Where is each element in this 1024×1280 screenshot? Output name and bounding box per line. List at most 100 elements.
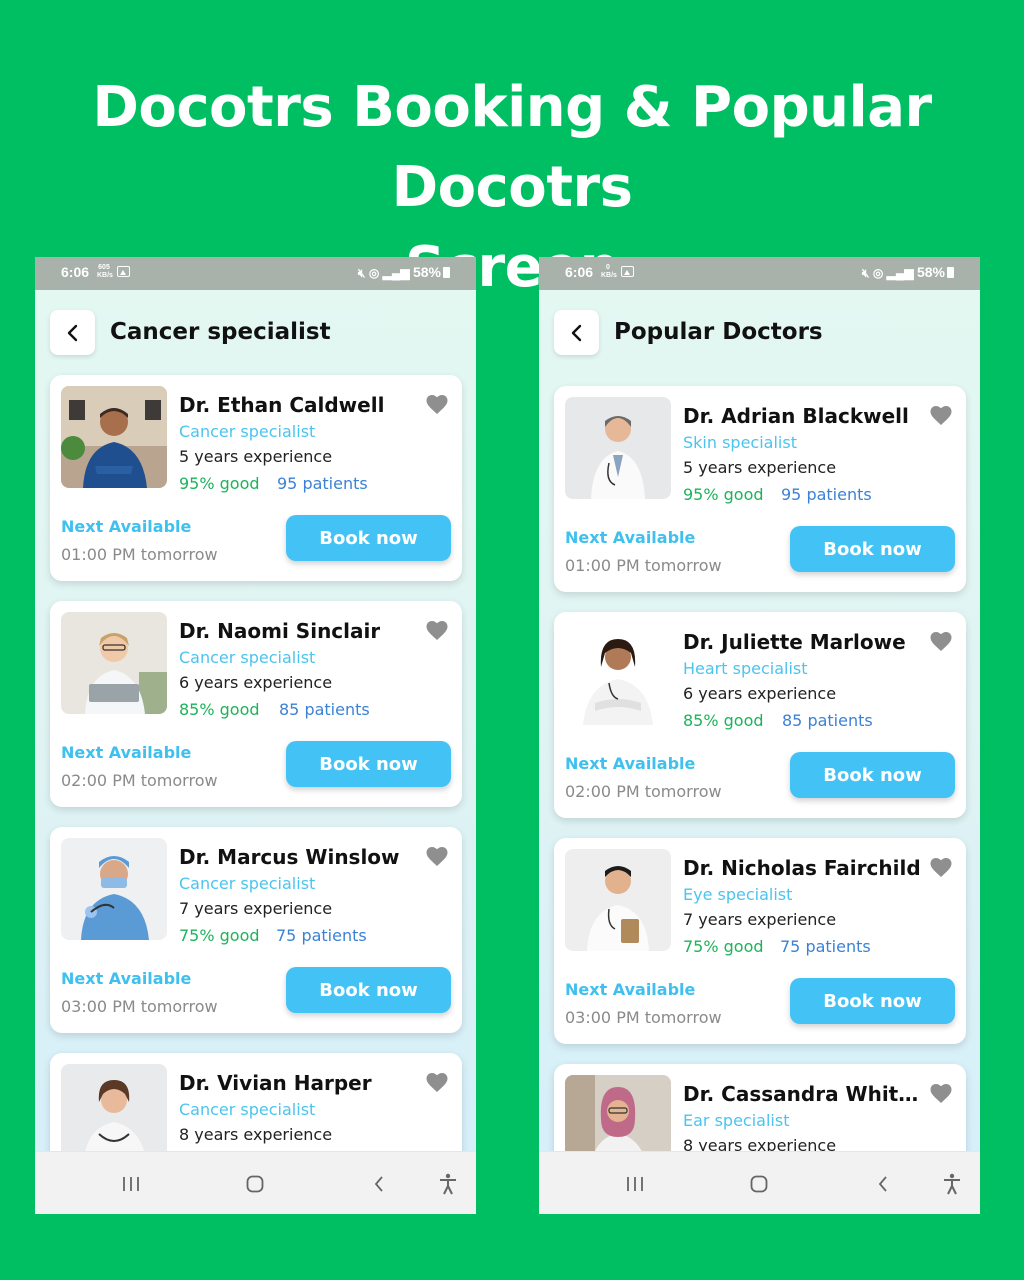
recent-apps-icon[interactable] [621, 1170, 649, 1198]
page-title: Cancer specialist [110, 319, 331, 345]
heart-icon[interactable] [929, 856, 953, 878]
recent-apps-icon[interactable] [117, 1170, 145, 1198]
nav-back-icon[interactable] [365, 1170, 393, 1198]
top-bar: Cancer specialist [50, 310, 460, 356]
book-now-button[interactable]: Book now [790, 526, 955, 572]
accessibility-icon[interactable] [938, 1170, 966, 1198]
android-nav-bar [539, 1151, 980, 1214]
top-bar: Popular Doctors [554, 310, 964, 356]
doctor-patients: 95 patients [277, 474, 368, 493]
next-available-label: Next Available [565, 980, 696, 999]
heart-icon[interactable] [929, 1082, 953, 1104]
doctor-rating: 75% good [683, 937, 764, 956]
mute-icon: 🔇︎ [357, 266, 366, 280]
heart-icon[interactable] [929, 404, 953, 426]
doctor-patients: 75 patients [780, 937, 871, 956]
doctor-photo [565, 397, 671, 499]
heart-icon[interactable] [425, 619, 449, 641]
doctor-list: Dr. Ethan Caldwell Cancer specialist 5 y… [50, 375, 462, 1214]
status-time: 6:06 [565, 264, 594, 280]
book-now-button[interactable]: Book now [286, 967, 451, 1013]
chevron-left-icon [67, 324, 77, 341]
signal-icon: ▂▄▆ [886, 266, 914, 280]
gallery-notification-icon [621, 266, 634, 277]
next-available-time: 03:00 PM tomorrow [61, 997, 218, 1016]
doctor-card[interactable]: Dr. Naomi Sinclair Cancer specialist 6 y… [50, 601, 462, 807]
next-available-time: 03:00 PM tomorrow [565, 1008, 722, 1027]
battery-level: 58% [916, 264, 945, 280]
status-bar: 6:06 0 KB/s 🔇︎ ◎ ▂▄▆ 58% [539, 257, 980, 290]
doctor-experience: 5 years experience [683, 458, 837, 477]
doctor-card[interactable]: Dr. Juliette Marlowe Heart specialist 6 … [554, 612, 966, 818]
next-available-time: 01:00 PM tomorrow [565, 556, 722, 575]
battery-icon [947, 267, 954, 278]
doctor-name: Dr. Adrian Blackwell [683, 404, 909, 428]
home-icon[interactable] [745, 1170, 773, 1198]
book-now-button[interactable]: Book now [790, 752, 955, 798]
doctor-rating: 85% good [179, 700, 260, 719]
heart-icon[interactable] [425, 1071, 449, 1093]
doctor-card[interactable]: Dr. Adrian Blackwell Skin specialist 5 y… [554, 386, 966, 592]
mute-icon: 🔇︎ [861, 266, 870, 280]
back-button[interactable] [554, 310, 599, 355]
doctor-patients: 95 patients [781, 485, 872, 504]
doctor-patients: 75 patients [276, 926, 367, 945]
accessibility-icon[interactable] [434, 1170, 462, 1198]
next-available-label: Next Available [61, 969, 192, 988]
doctor-name: Dr. Naomi Sinclair [179, 619, 381, 643]
doctor-specialty: Cancer specialist [179, 648, 316, 667]
doctor-experience: 6 years experience [179, 673, 333, 692]
book-now-button[interactable]: Book now [790, 978, 955, 1024]
next-available-label: Next Available [61, 517, 192, 536]
doctor-experience: 8 years experience [179, 1125, 333, 1144]
doctor-name: Dr. Ethan Caldwell [179, 393, 385, 417]
doctor-experience: 5 years experience [179, 447, 333, 466]
next-available-time: 01:00 PM tomorrow [61, 545, 218, 564]
status-time: 6:06 [61, 264, 90, 280]
doctor-specialty: Eye specialist [683, 885, 793, 904]
doctor-patients: 85 patients [782, 711, 873, 730]
doctor-card[interactable]: Dr. Nicholas Fairchild Eye specialist 7 … [554, 838, 966, 1044]
doctor-name: Dr. Cassandra Whitm... [683, 1082, 928, 1106]
headline-line-1: Docotrs Booking & Popular Docotrs [92, 75, 932, 220]
system-icons: 🔇︎ ◎ ▂▄▆ 58% [862, 264, 954, 281]
doctor-rating: 85% good [683, 711, 764, 730]
doctor-rating: 95% good [179, 474, 260, 493]
heart-icon[interactable] [929, 630, 953, 652]
signal-icon: ▂▄▆ [382, 266, 410, 280]
doctor-experience: 7 years experience [683, 910, 837, 929]
chevron-left-icon [571, 324, 581, 341]
next-available-label: Next Available [61, 743, 192, 762]
phone-screen-popular-doctors: 6:06 0 KB/s 🔇︎ ◎ ▂▄▆ 58% Popular Doctors [539, 257, 980, 1214]
net-speed-indicator: 0 KB/s [601, 264, 617, 279]
doctor-specialty: Heart specialist [683, 659, 808, 678]
doctor-experience: 7 years experience [179, 899, 333, 918]
doctor-specialty: Cancer specialist [179, 874, 316, 893]
doctor-name: Dr. Juliette Marlowe [683, 630, 906, 654]
doctor-specialty: Cancer specialist [179, 422, 316, 441]
heart-icon[interactable] [425, 845, 449, 867]
next-available-time: 02:00 PM tomorrow [565, 782, 722, 801]
home-icon[interactable] [241, 1170, 269, 1198]
book-now-button[interactable]: Book now [286, 515, 451, 561]
heart-icon[interactable] [425, 393, 449, 415]
phone-screen-cancer-specialist: 6:06 605 KB/s 🔇︎ ◎ ▂▄▆ 58% Cancer specia… [35, 257, 476, 1214]
system-icons: 🔇︎ ◎ ▂▄▆ 58% [358, 264, 450, 281]
book-now-button[interactable]: Book now [286, 741, 451, 787]
doctor-name: Dr. Vivian Harper [179, 1071, 372, 1095]
nav-back-icon[interactable] [869, 1170, 897, 1198]
doctor-experience: 6 years experience [683, 684, 837, 703]
doctor-card[interactable]: Dr. Marcus Winslow Cancer specialist 7 y… [50, 827, 462, 1033]
next-available-label: Next Available [565, 754, 696, 773]
battery-level: 58% [412, 264, 441, 280]
hotspot-icon: ◎ [368, 266, 380, 280]
doctor-list: Dr. Adrian Blackwell Skin specialist 5 y… [554, 386, 966, 1214]
doctor-rating: 75% good [179, 926, 260, 945]
doctor-name: Dr. Nicholas Fairchild [683, 856, 921, 880]
status-bar: 6:06 605 KB/s 🔇︎ ◎ ▂▄▆ 58% [35, 257, 476, 290]
doctor-photo [565, 849, 671, 951]
hotspot-icon: ◎ [872, 266, 884, 280]
doctor-card[interactable]: Dr. Ethan Caldwell Cancer specialist 5 y… [50, 375, 462, 581]
back-button[interactable] [50, 310, 95, 355]
battery-icon [443, 267, 450, 278]
